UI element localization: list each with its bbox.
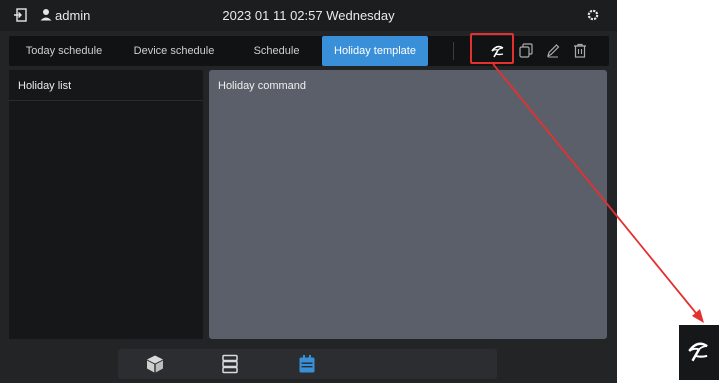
holiday-beach-icon-zoomed bbox=[688, 342, 708, 362]
zoomed-holiday-icon bbox=[679, 325, 719, 380]
callout-arrow bbox=[492, 63, 704, 323]
